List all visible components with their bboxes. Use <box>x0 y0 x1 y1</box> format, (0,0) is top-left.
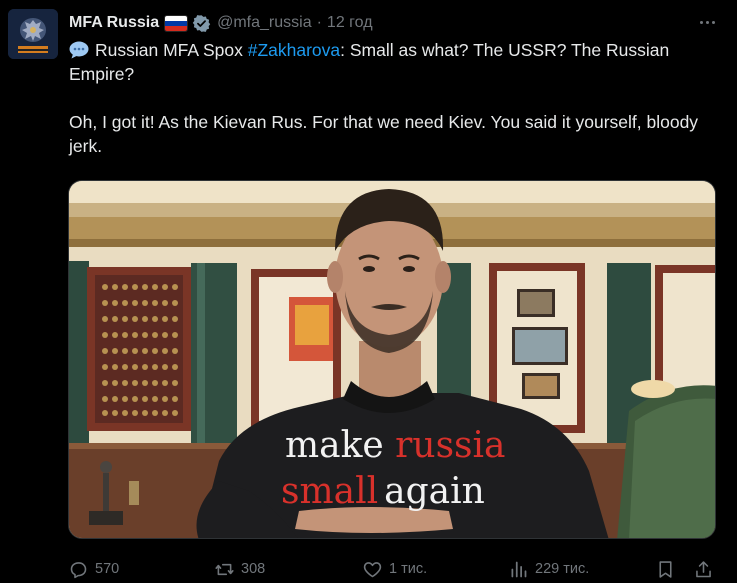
shirt-word-russia: russia <box>395 425 505 466</box>
account-handle[interactable]: @mfa_russia <box>217 14 312 32</box>
tweet[interactable]: MFA Russia @mfa_russia · 12 год Russian … <box>0 0 737 583</box>
views-button[interactable]: 229 тис. <box>508 556 589 582</box>
reply-count: 570 <box>95 561 120 577</box>
like-icon <box>363 561 382 577</box>
repost-button[interactable]: 308 <box>214 556 265 582</box>
like-button[interactable]: 1 тис. <box>362 556 427 582</box>
share-button[interactable] <box>693 556 714 582</box>
russia-flag-icon <box>165 15 188 31</box>
repost-icon <box>215 563 234 575</box>
tweet-header: MFA Russia @mfa_russia · 12 год <box>69 12 373 34</box>
shirt-word-again: again <box>384 471 485 512</box>
tweet-line2: Oh, I got it! As the Kievan Rus. For tha… <box>69 112 699 156</box>
like-count: 1 тис. <box>389 561 428 577</box>
share-icon <box>696 560 711 577</box>
shirt-word-small: small <box>281 471 378 512</box>
verified-badge-icon[interactable] <box>192 14 211 33</box>
tweet-prefix: Russian MFA Spox <box>95 40 248 60</box>
reply-icon <box>70 561 87 578</box>
separator-dot: · <box>316 14 322 31</box>
reply-button[interactable]: 570 <box>68 556 119 582</box>
hashtag-link[interactable]: #Zakharova <box>248 40 340 60</box>
coat-of-arms-icon <box>8 9 58 59</box>
bookmark-button[interactable] <box>655 556 682 582</box>
tweet-text: Russian MFA Spox #Zakharova: Small as wh… <box>69 38 719 158</box>
bookmark-icon <box>659 560 672 578</box>
shirt-word-make: make <box>285 425 395 466</box>
video-frame: make russia small again <box>69 181 715 538</box>
views-icon <box>511 561 527 577</box>
more-options-icon[interactable] <box>695 12 719 32</box>
tweet-media[interactable]: make russia small again <box>68 180 716 539</box>
speech-bubble-icon <box>69 41 89 59</box>
account-name[interactable]: MFA Russia <box>69 14 159 32</box>
shirt-text-line1: make russia <box>285 425 506 466</box>
action-bar: 570 308 1 тис. 229 тис. <box>68 556 720 582</box>
avatar[interactable] <box>8 9 58 59</box>
views-count: 229 тис. <box>535 561 590 577</box>
timestamp[interactable]: 12 год <box>327 14 373 32</box>
repost-count: 308 <box>241 561 266 577</box>
